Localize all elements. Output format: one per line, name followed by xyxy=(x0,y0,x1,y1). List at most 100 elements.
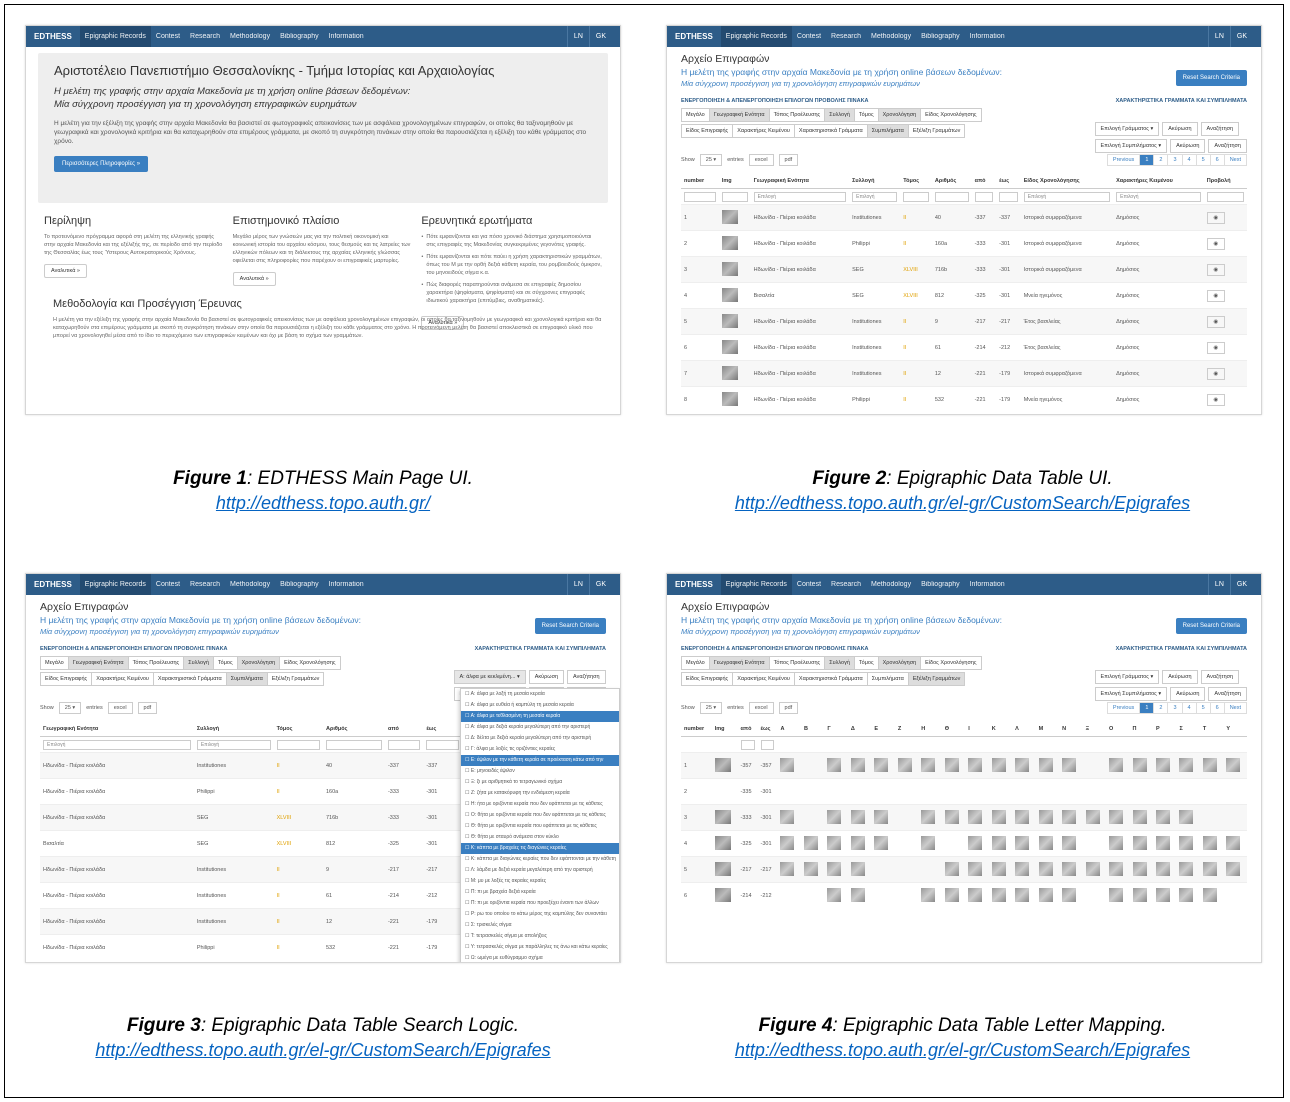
filter-select[interactable]: Επιλογή xyxy=(43,739,191,750)
reset-search-button[interactable]: Reset Search Criteria xyxy=(534,618,606,634)
letter-image[interactable] xyxy=(1109,887,1124,902)
filter-input[interactable] xyxy=(426,739,459,750)
filter-select[interactable]: Επιλογή xyxy=(1116,191,1201,202)
filter-input[interactable] xyxy=(721,191,748,202)
page-length-select[interactable]: 25 ▾ xyxy=(699,702,723,714)
letter-image[interactable] xyxy=(850,835,865,850)
column-header[interactable]: Είδος Χρονολόγησης xyxy=(1020,174,1114,189)
filter-input[interactable] xyxy=(934,191,969,202)
caption-link[interactable]: http://edthess.topo.auth.gr/el-gr/Custom… xyxy=(650,1040,1275,1061)
letter-image[interactable] xyxy=(874,835,889,850)
nav-epigraphic-records[interactable]: Epigraphic Records xyxy=(79,26,151,47)
letter-image[interactable] xyxy=(968,809,983,824)
column-toggle[interactable]: Τόμος xyxy=(853,656,879,670)
filter-input[interactable] xyxy=(684,191,716,202)
letter-image[interactable] xyxy=(1179,757,1194,772)
column-toggle[interactable]: Είδος Χρονολόγησης xyxy=(920,656,982,670)
dropdown-option[interactable]: ☐ Υ: τετρασκελές σίγμα με παράλληλες τις… xyxy=(461,942,619,953)
nav-contest[interactable]: Contest xyxy=(151,26,185,47)
dropdown-option[interactable]: ☐ Π: πι με βραχεία δεξιά κεραία xyxy=(461,887,619,898)
dropdown-option[interactable]: ☐ Κ: κάππα με βραχείες τις διαγώνιες κερ… xyxy=(461,843,619,854)
column-toggle[interactable]: Γεωγραφική Ενότητα xyxy=(708,108,770,122)
inscription-thumbnail[interactable] xyxy=(714,809,731,824)
page-number[interactable]: 3 xyxy=(1167,702,1183,714)
letter-image[interactable] xyxy=(991,887,1006,902)
reset-search-button[interactable]: Reset Search Criteria xyxy=(1175,70,1247,86)
summary-details-button[interactable]: Αναλυτικά » xyxy=(44,264,87,278)
filter-input[interactable] xyxy=(999,191,1018,202)
column-toggle[interactable]: Μεγάλο xyxy=(681,656,710,670)
dropdown-option[interactable]: ☐ Ε: έψιλον με την κάθετη κεραία σε προέ… xyxy=(461,755,619,766)
letter-image[interactable] xyxy=(968,861,983,876)
column-header[interactable]: Συλλογή xyxy=(193,722,274,737)
caption-link[interactable]: http://edthess.topo.auth.gr/el-gr/Custom… xyxy=(650,493,1275,514)
reset-search-button[interactable]: Reset Search Criteria xyxy=(1175,618,1247,634)
dropdown-option[interactable]: ☐ Π: πι με οριζόντια κεραία που προεξέχε… xyxy=(461,898,619,909)
next-page[interactable]: Next xyxy=(1223,702,1247,714)
brand-logo[interactable]: EDTHESS xyxy=(675,32,713,41)
letter-select[interactable]: Επιλογή Γράμματος ▾ xyxy=(1094,670,1160,684)
letter-image[interactable] xyxy=(1038,757,1053,772)
letter-image[interactable] xyxy=(991,757,1006,772)
letter-image[interactable] xyxy=(944,887,959,902)
letter-image[interactable] xyxy=(1155,809,1170,824)
nav-item[interactable]: Methodology xyxy=(866,26,916,47)
column-header[interactable]: Γεωγραφική Ενότητα xyxy=(40,722,194,737)
view-button[interactable]: ◉ xyxy=(1206,289,1225,302)
column-toggle[interactable]: Χαρακτηριστικά Γράμματα xyxy=(793,124,868,138)
filter-input[interactable] xyxy=(974,191,994,202)
column-toggle[interactable]: Εξέλιξη Γραμμάτων xyxy=(907,672,966,686)
letter-image[interactable] xyxy=(921,835,936,850)
brand-logo[interactable]: EDTHESS xyxy=(34,580,72,589)
letter-image[interactable] xyxy=(1155,861,1170,876)
letter-image[interactable] xyxy=(897,757,912,772)
nav-item[interactable]: Research xyxy=(185,574,225,595)
clear-button[interactable]: Ακύρωση xyxy=(1162,122,1198,136)
letter-image[interactable] xyxy=(1132,835,1147,850)
letter-image[interactable] xyxy=(1015,809,1030,824)
inscription-thumbnail[interactable] xyxy=(721,287,738,302)
dropdown-option[interactable]: ☐ Κ: κάππα με διαγώνιες κεραίες που δεν … xyxy=(461,854,619,865)
lang-ln[interactable]: LN xyxy=(566,26,589,47)
column-toggle[interactable]: Χρονολόγηση xyxy=(877,656,922,670)
letter-image[interactable] xyxy=(921,887,936,902)
nav-item[interactable]: Contest xyxy=(792,574,826,595)
letter-image[interactable] xyxy=(850,861,865,876)
column-header[interactable]: Ι xyxy=(965,722,989,737)
letter-image[interactable] xyxy=(827,887,842,902)
filter-input[interactable] xyxy=(760,739,775,750)
page-number[interactable]: 5 xyxy=(1195,702,1211,714)
column-header[interactable]: από xyxy=(737,722,758,737)
letter-image[interactable] xyxy=(1062,835,1077,850)
dropdown-option[interactable]: ☐ Α: άλφα με δεξιά κεραία μεγαλύτερη από… xyxy=(461,722,619,733)
dropdown-option[interactable]: ☐ Α: άλφα με λοξή τη μεσαία κεραία xyxy=(461,689,619,700)
letter-image[interactable] xyxy=(1226,861,1241,876)
excel-button[interactable]: excel xyxy=(748,154,774,166)
dropdown-option[interactable]: ☐ Γ: άλφα με λοξές τις οριζόντιες κεραίε… xyxy=(461,744,619,755)
column-toggle[interactable]: Τόμος xyxy=(212,656,238,670)
view-button[interactable]: ◉ xyxy=(1206,315,1225,328)
dropdown-option[interactable]: ☐ Ξ: ξι με αριθμητικά το τετραγωνικό σχή… xyxy=(461,777,619,788)
filter-input[interactable] xyxy=(387,739,421,750)
brand-logo[interactable]: EDTHESS xyxy=(675,580,713,589)
column-header[interactable]: Ρ xyxy=(1152,722,1177,737)
excel-button[interactable]: excel xyxy=(107,702,133,714)
letter-image[interactable] xyxy=(1038,887,1053,902)
nav-item[interactable]: Bibliography xyxy=(275,574,324,595)
letter-image[interactable] xyxy=(780,861,795,876)
column-header[interactable]: Προβολή xyxy=(1203,174,1247,189)
column-header[interactable]: number xyxy=(681,174,719,189)
column-toggle[interactable]: Χαρακτήρες Κειμένου xyxy=(732,672,795,686)
column-header[interactable]: Σ xyxy=(1176,722,1200,737)
letter-image[interactable] xyxy=(1132,757,1147,772)
nav-item[interactable]: Information xyxy=(965,574,1010,595)
nav-item[interactable]: Research xyxy=(826,574,866,595)
search-button[interactable]: Αναζήτηση xyxy=(1208,687,1247,701)
nav-item[interactable]: Methodology xyxy=(225,574,275,595)
column-header[interactable]: Γ xyxy=(824,722,848,737)
letter-image[interactable] xyxy=(850,757,865,772)
search-button[interactable]: Αναζήτηση xyxy=(1208,139,1247,153)
letter-image[interactable] xyxy=(1062,887,1077,902)
column-header[interactable]: Ν xyxy=(1059,722,1083,737)
dropdown-option[interactable]: ☐ Ζ: ζήτα με κατακόρυφη την ενδιάμεση κε… xyxy=(461,788,619,799)
